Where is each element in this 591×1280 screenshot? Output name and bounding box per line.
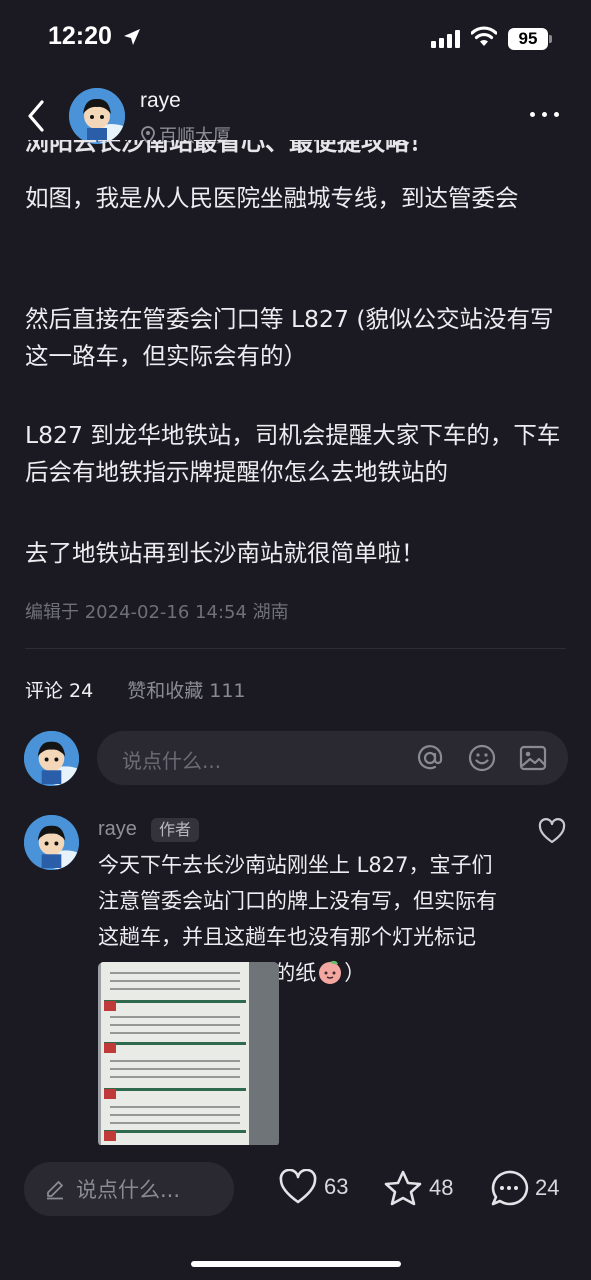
mention-icon[interactable] [415, 743, 445, 773]
comment-like-icon[interactable] [538, 818, 566, 844]
article-paragraph-4: 去了地铁站再到长沙南站就很简单啦！ [25, 539, 425, 567]
comment-bubble-icon [491, 1170, 529, 1206]
author-avatar[interactable] [69, 88, 125, 144]
bottom-input-placeholder: 说点什么... [76, 1178, 181, 1202]
bottom-action-bar: 说点什么... 63 48 24 [0, 1145, 591, 1280]
like-count: 63 [324, 1174, 349, 1199]
comment-input[interactable]: 说点什么... [97, 731, 568, 785]
image-icon[interactable] [518, 743, 548, 773]
tab-comments[interactable]: 评论 24 [25, 676, 93, 703]
location-arrow-icon [124, 29, 140, 45]
status-time: 12:20 [48, 22, 112, 50]
signal-icon [431, 30, 460, 48]
article-paragraph-2: 然后直接在管委会门口等 L827 (貌似公交站没有写这一路车，但实际会有的） [25, 305, 554, 370]
status-bar: 12:20 95 [0, 0, 591, 78]
favorite-button[interactable]: 48 [383, 1169, 453, 1207]
article-paragraph-3: L827 到龙华地铁站，司机会提醒大家下车的，下车后会有地铁指示牌提醒你怎么去地… [25, 421, 561, 486]
article-paragraph-1: 如图，我是从人民医院坐融城专线，到达管委会 [25, 184, 519, 212]
divider [25, 648, 566, 649]
comment-author-avatar[interactable] [24, 815, 79, 870]
comment-input-placeholder: 说点什么... [122, 749, 222, 773]
emoji-icon[interactable] [467, 743, 497, 773]
star-icon [384, 1170, 422, 1206]
home-indicator[interactable] [191, 1261, 401, 1267]
author-name[interactable]: raye [140, 89, 181, 113]
edited-timestamp: 编辑于 2024-02-16 14:54 湖南 [25, 602, 289, 623]
comment-count: 24 [535, 1175, 560, 1200]
current-user-avatar [24, 731, 79, 786]
back-icon[interactable] [22, 96, 52, 136]
peach-sticker-icon [319, 960, 342, 984]
wifi-icon [471, 26, 497, 46]
comment-body-end: ） [344, 961, 366, 985]
author-badge: 作者 [151, 818, 200, 842]
heart-icon [279, 1169, 317, 1204]
post-title-partial: 浏阳去长沙南站最省心、最便捷攻略！ [25, 140, 433, 156]
tab-likes-favorites[interactable]: 赞和收藏 111 [127, 676, 245, 703]
battery-nub [549, 35, 552, 43]
battery-indicator: 95 [508, 28, 548, 50]
favorite-count: 48 [429, 1175, 454, 1200]
more-options-icon[interactable] [530, 112, 559, 117]
bottom-comment-input[interactable]: 说点什么... [24, 1162, 234, 1216]
pencil-icon [47, 1181, 63, 1200]
comment-image-bus-route-sign[interactable] [98, 962, 279, 1147]
comment-author-name[interactable]: raye [98, 818, 137, 841]
engagement-tabs: 评论 24 赞和收藏 111 [25, 676, 246, 703]
like-button[interactable]: 63 [278, 1169, 348, 1205]
comment-button[interactable]: 24 [489, 1169, 559, 1207]
